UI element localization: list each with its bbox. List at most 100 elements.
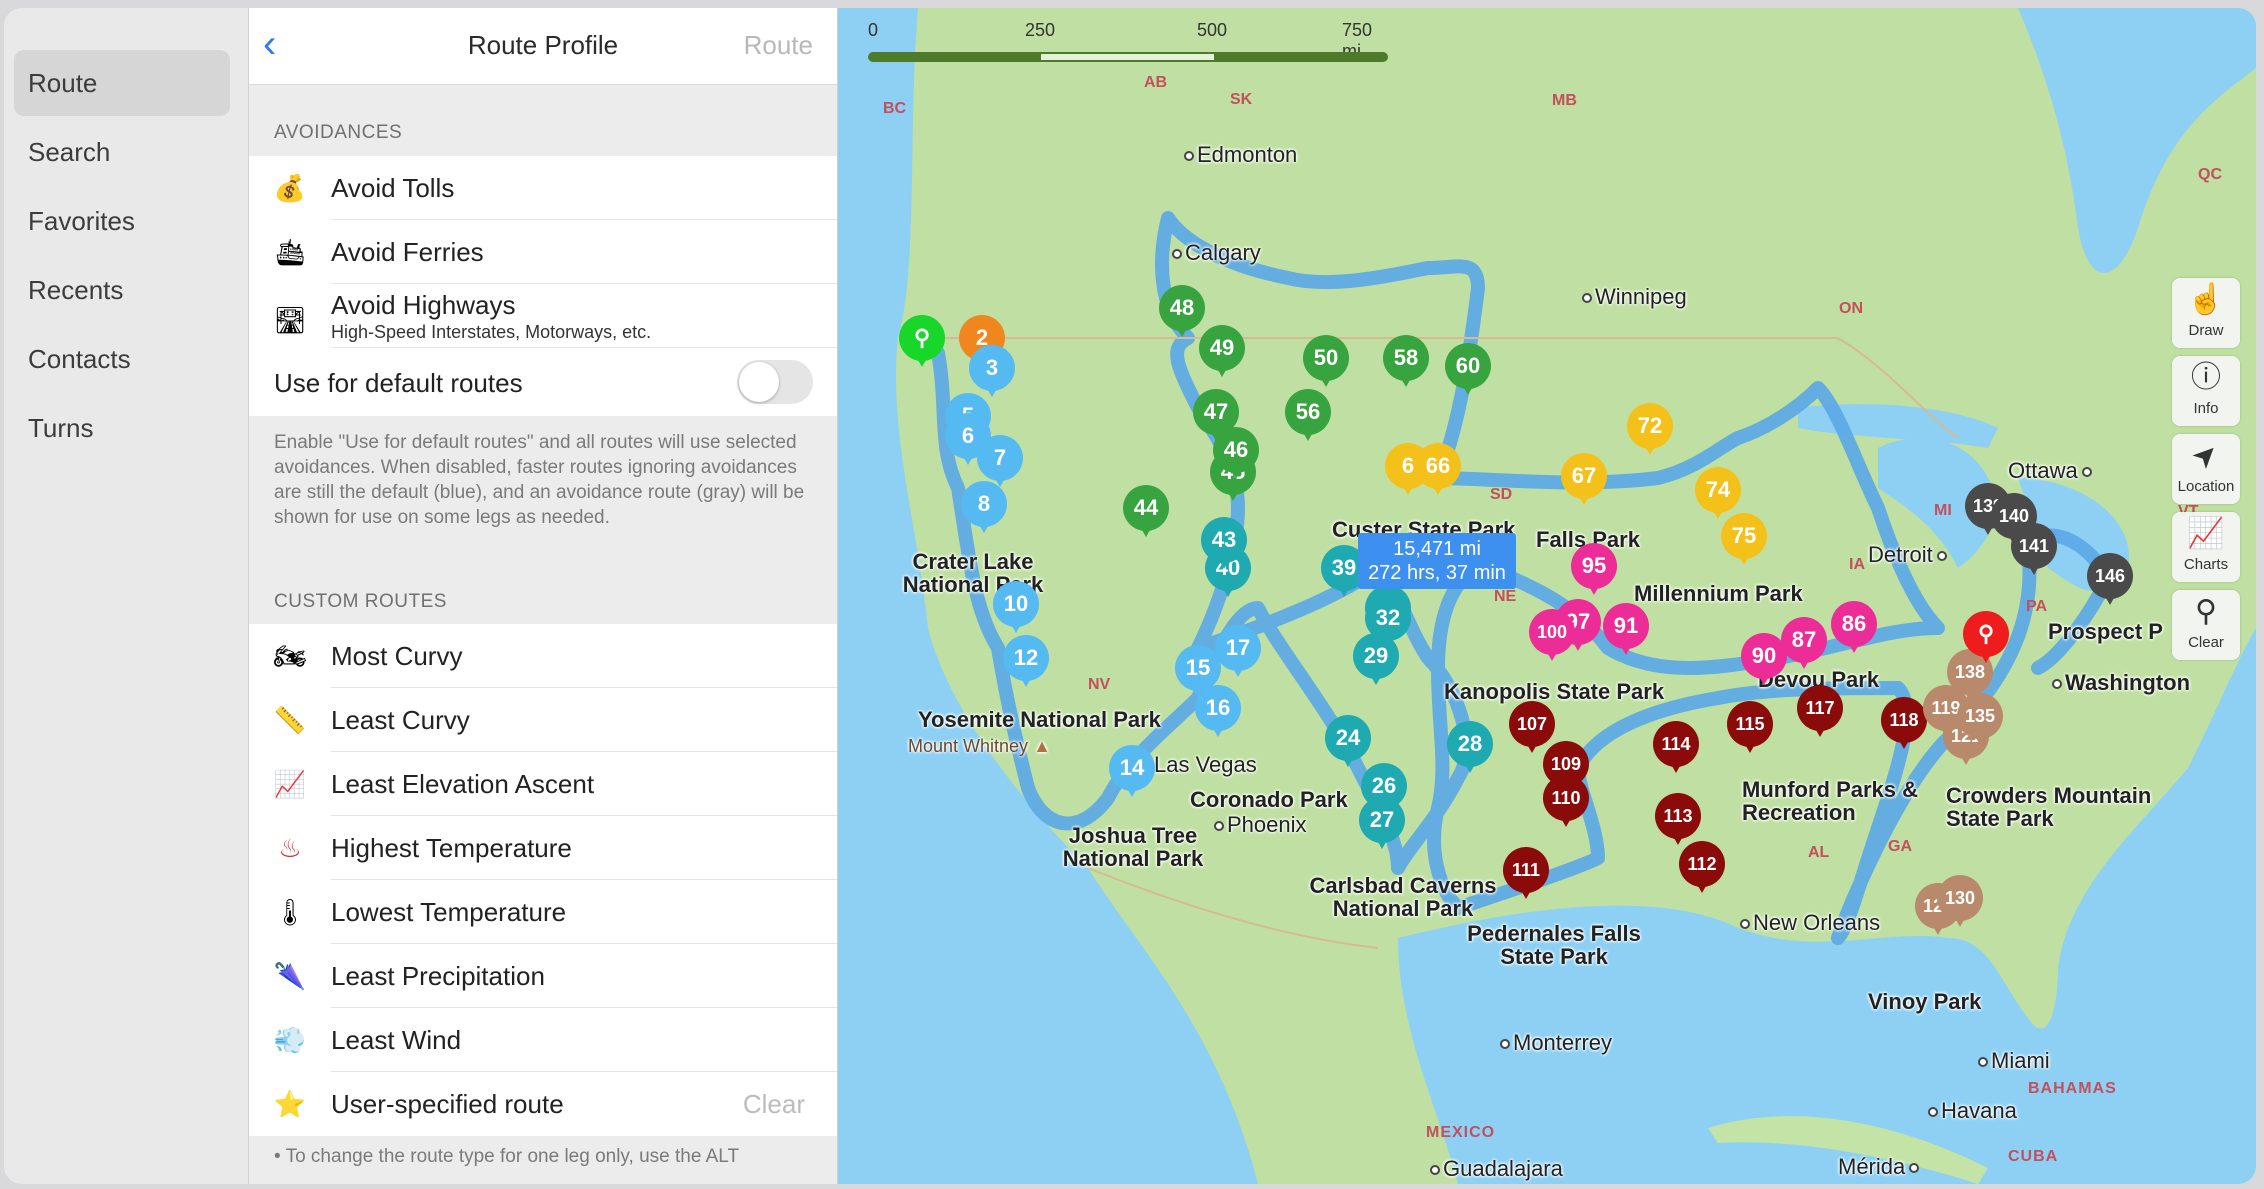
- park-label: Crowders Mountain State Park: [1946, 783, 2152, 831]
- waypoint-pin[interactable]: 49: [1199, 325, 1245, 377]
- region-label: GA: [1888, 838, 1912, 855]
- waypoint-pin[interactable]: 72: [1627, 403, 1673, 455]
- waypoint-pin[interactable]: 28: [1447, 721, 1493, 773]
- route-button[interactable]: Route: [744, 30, 813, 61]
- waypoint-pin[interactable]: 66: [1415, 443, 1461, 495]
- waypoint-pin[interactable]: 146: [2087, 553, 2133, 605]
- custom-route-least-curvy[interactable]: 📏 Least Curvy: [249, 688, 837, 752]
- avoid-highways-row[interactable]: 🛣 Avoid Highways High-Speed Interstates,…: [249, 284, 837, 348]
- waypoint-pin[interactable]: 141: [2011, 523, 2057, 575]
- city-label: Las Vegas: [1141, 752, 1257, 778]
- custom-route-highest-temp[interactable]: ♨ Highest Temperature: [249, 816, 837, 880]
- ruler-icon: 📏: [273, 705, 307, 735]
- waypoint-pin[interactable]: 27: [1359, 797, 1405, 849]
- waypoint-pin[interactable]: 74: [1695, 467, 1741, 519]
- city-label: Mérida: [1838, 1154, 1922, 1180]
- waypoint-pin[interactable]: 90: [1741, 633, 1787, 685]
- tool-label: Info: [2193, 400, 2219, 417]
- waypoint-pin[interactable]: 7: [977, 435, 1023, 487]
- waypoint-pin[interactable]: 86: [1831, 601, 1877, 653]
- waypoint-pin[interactable]: 12: [1003, 635, 1049, 687]
- avoid-ferries-row[interactable]: 🛳 Avoid Ferries: [249, 220, 837, 284]
- waypoint-pin[interactable]: 100: [1529, 609, 1575, 661]
- waypoint-pin[interactable]: 58: [1383, 335, 1429, 387]
- waypoint-pin[interactable]: 60: [1445, 343, 1491, 395]
- waypoint-pin[interactable]: 24: [1325, 715, 1371, 767]
- custom-route-most-curvy[interactable]: 🏍 Most Curvy: [249, 624, 837, 688]
- default-routes-toggle[interactable]: [737, 360, 813, 404]
- custom-route-lowest-temp[interactable]: 🌡 Lowest Temperature: [249, 880, 837, 944]
- avoid-ferries-label: Avoid Ferries: [331, 237, 484, 267]
- default-routes-label: Use for default routes: [274, 368, 523, 398]
- waypoint-pin[interactable]: 130: [1937, 875, 1983, 927]
- custom-route-label: Highest Temperature: [331, 833, 572, 863]
- route-summary-callout[interactable]: 15,471 mi 272 hrs, 37 min: [1358, 533, 1516, 589]
- waypoint-pin[interactable]: 8: [961, 481, 1007, 533]
- avoidances-note: Enable "Use for default routes" and all …: [274, 432, 805, 528]
- sidebar-item-turns[interactable]: Turns: [14, 395, 230, 461]
- waypoint-pin[interactable]: 16: [1195, 685, 1241, 737]
- charts-button[interactable]: 📈 Charts: [2172, 512, 2240, 582]
- avoid-highways-label: Avoid Highways: [331, 290, 516, 320]
- start-pin[interactable]: ⚲: [899, 315, 945, 367]
- clear-user-route-button[interactable]: Clear: [743, 1089, 805, 1120]
- waypoint-pin[interactable]: 114: [1653, 721, 1699, 773]
- city-label: Monterrey: [1500, 1030, 1612, 1056]
- custom-route-label: Least Wind: [331, 1025, 462, 1055]
- scale-bar: 0 250 500 750 mi: [868, 20, 1388, 62]
- waypoint-pin[interactable]: 14: [1109, 745, 1155, 797]
- waypoint-pin[interactable]: 112: [1679, 841, 1725, 893]
- waypoint-pin[interactable]: 113: [1655, 793, 1701, 845]
- waypoint-pin[interactable]: 50: [1303, 335, 1349, 387]
- waypoint-pin[interactable]: 10: [993, 581, 1039, 633]
- location-button[interactable]: ➤ Location: [2172, 434, 2240, 504]
- custom-route-user-specified[interactable]: ⭐ User-specified route Clear: [249, 1072, 837, 1136]
- info-button[interactable]: ⓘ Info: [2172, 356, 2240, 426]
- avoidances-group: 💰 Avoid Tolls 🛳 Avoid Ferries 🛣 Avoid Hi…: [249, 156, 837, 416]
- waypoint-pin[interactable]: 67: [1561, 453, 1607, 505]
- clear-button[interactable]: ⚲ Clear: [2172, 590, 2240, 660]
- country-label: CUBA: [2008, 1148, 2059, 1165]
- waypoint-pin[interactable]: 17: [1215, 625, 1261, 677]
- sidebar-item-contacts[interactable]: Contacts: [14, 326, 230, 392]
- waypoint-pin[interactable]: 95: [1571, 543, 1617, 595]
- waypoint-pin[interactable]: 75: [1721, 513, 1767, 565]
- waypoint-pin[interactable]: 15: [1175, 645, 1221, 697]
- draw-button[interactable]: ☝ Draw: [2172, 278, 2240, 348]
- waypoint-pin[interactable]: 43: [1201, 517, 1247, 569]
- waypoint-pin[interactable]: 111: [1503, 847, 1549, 899]
- sidebar-item-search[interactable]: Search: [14, 119, 230, 185]
- end-pin[interactable]: ⚲: [1963, 611, 2009, 663]
- waypoint-pin[interactable]: 56: [1285, 389, 1331, 441]
- waypoint-pin[interactable]: 91: [1603, 603, 1649, 655]
- waypoint-pin[interactable]: 47: [1193, 389, 1239, 441]
- waypoint-pin[interactable]: 3: [969, 345, 1015, 397]
- waypoint-pin[interactable]: 32: [1365, 595, 1411, 647]
- waypoint-pin[interactable]: 118: [1881, 697, 1927, 749]
- waypoint-pin[interactable]: 87: [1781, 617, 1827, 669]
- custom-route-least-wind[interactable]: 💨 Least Wind: [249, 1008, 837, 1072]
- waypoint-pin[interactable]: 117: [1797, 685, 1843, 737]
- map-toolbar: ☝ Draw ⓘ Info ➤ Location 📈 Charts ⚲ Clear: [2172, 278, 2240, 668]
- custom-route-least-elevation[interactable]: 📈 Least Elevation Ascent: [249, 752, 837, 816]
- waypoint-pin[interactable]: 110: [1543, 775, 1589, 827]
- sidebar-item-recents[interactable]: Recents: [14, 257, 230, 323]
- custom-routes-header: CUSTOM ROUTES: [274, 591, 447, 612]
- waypoint-pin[interactable]: 48: [1159, 285, 1205, 337]
- park-label: Carlsbad Caverns National Park: [1309, 873, 1497, 921]
- sidebar-item-route[interactable]: Route: [14, 50, 230, 116]
- custom-route-least-precipitation[interactable]: 🌂 Least Precipitation: [249, 944, 837, 1008]
- waypoint-pin[interactable]: 115: [1727, 701, 1773, 753]
- map-view[interactable]: 0 250 500 750 mi BC AB SK MB ON QC NV SD…: [838, 8, 2256, 1184]
- custom-routes-group: 🏍 Most Curvy 📏 Least Curvy 📈 Least Eleva…: [249, 624, 837, 1136]
- sidebar-item-favorites[interactable]: Favorites: [14, 188, 230, 254]
- custom-route-label: Least Elevation Ascent: [331, 769, 595, 799]
- tool-label: Charts: [2183, 556, 2229, 573]
- scale-tick: 250: [1025, 20, 1056, 40]
- waypoint-pin[interactable]: 107: [1509, 701, 1555, 753]
- avoid-tolls-row[interactable]: 💰 Avoid Tolls: [249, 156, 837, 220]
- thermometer-icon: 🌡: [273, 897, 307, 927]
- highway-icon: 🛣: [273, 305, 307, 335]
- route-profile-panel: ‹ Route Profile Route AVOIDANCES 💰 Avoid…: [249, 8, 838, 1184]
- waypoint-pin[interactable]: 44: [1123, 485, 1169, 537]
